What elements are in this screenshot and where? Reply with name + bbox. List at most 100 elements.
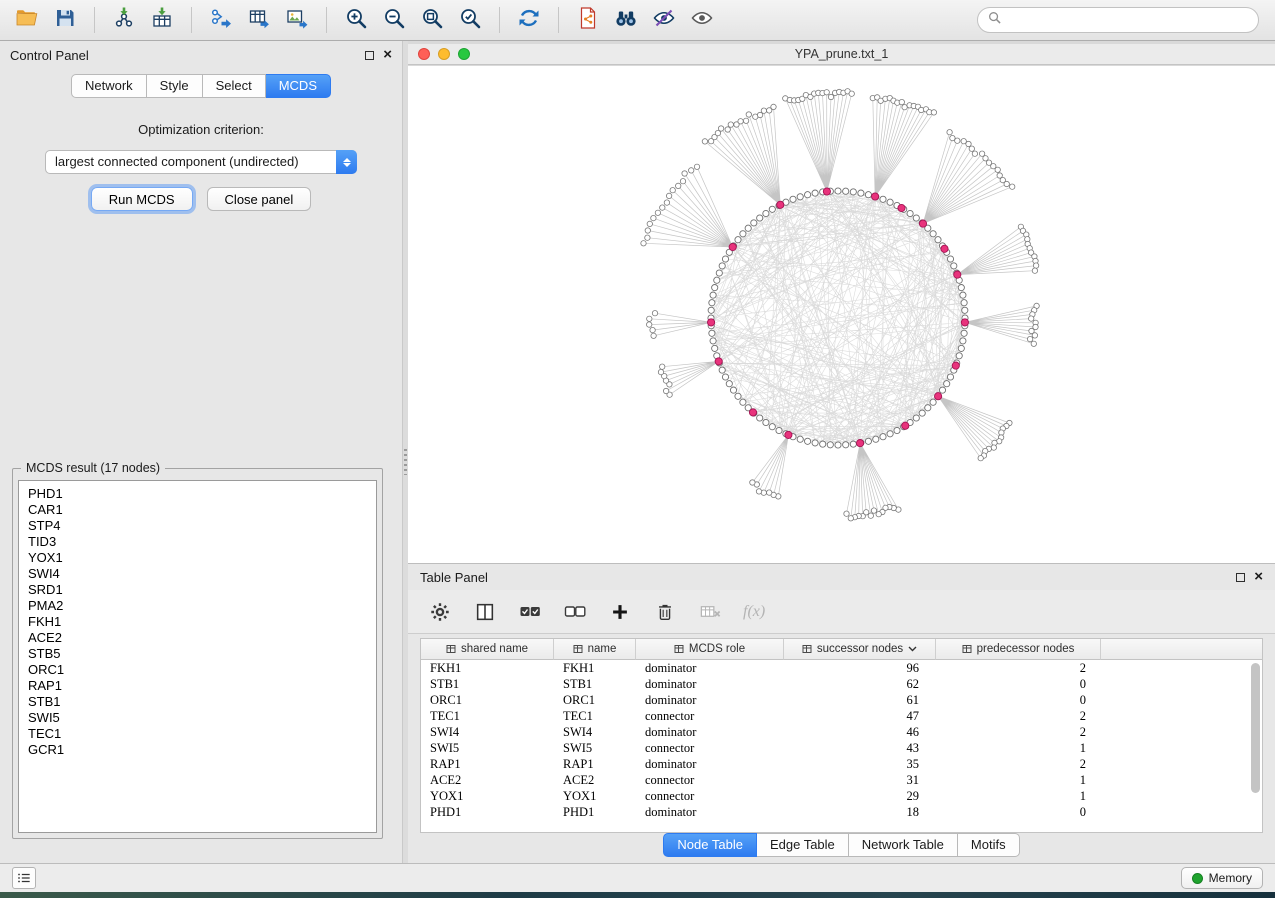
tab-node-table[interactable]: Node Table (663, 833, 757, 857)
tab-network-table[interactable]: Network Table (849, 833, 958, 857)
eye-icon (690, 6, 714, 35)
zoom-fit-button[interactable] (415, 4, 449, 36)
table-row[interactable]: TEC1TEC1connector472 (421, 708, 1262, 724)
float-panel-icon[interactable] (365, 51, 374, 60)
mcds-result-item[interactable]: TID3 (28, 534, 367, 550)
add-column-button[interactable] (608, 600, 632, 624)
network-canvas-container (408, 66, 1275, 563)
tab-select[interactable]: Select (203, 74, 266, 98)
zoom-selected-button[interactable] (453, 4, 487, 36)
search-network-button[interactable] (609, 4, 643, 36)
table-cell: 61 (784, 692, 936, 708)
tab-motifs[interactable]: Motifs (958, 833, 1020, 857)
table-header-row: shared name name MCDS role successor nod… (421, 639, 1262, 660)
mcds-result-item[interactable]: CAR1 (28, 502, 367, 518)
tab-style[interactable]: Style (147, 74, 203, 98)
column-header-shared-name[interactable]: shared name (421, 639, 554, 660)
main-toolbar (0, 0, 1275, 41)
table-cell: 2 (936, 756, 1101, 772)
tab-edge-table[interactable]: Edge Table (757, 833, 849, 857)
table-settings-button[interactable] (428, 600, 452, 624)
mcds-result-item[interactable]: SWI5 (28, 710, 367, 726)
float-table-panel-icon[interactable] (1236, 573, 1245, 582)
table-cell: 35 (784, 756, 936, 772)
workspace-area: YPA_prune.txt_1 Table Panel (408, 41, 1275, 863)
status-menu-button[interactable] (12, 867, 36, 889)
export-table-button[interactable] (242, 4, 276, 36)
close-panel-button[interactable]: Close panel (207, 187, 312, 211)
table-cell: PHD1 (554, 804, 636, 820)
deselect-all-button[interactable] (563, 600, 587, 624)
import-table-button[interactable] (145, 4, 179, 36)
node-table: shared name name MCDS role successor nod… (420, 638, 1263, 833)
zoom-out-button[interactable] (377, 4, 411, 36)
zoom-in-button[interactable] (339, 4, 373, 36)
export-network-button[interactable] (204, 4, 238, 36)
table-cell: YOX1 (554, 788, 636, 804)
table-cell: 31 (784, 772, 936, 788)
close-panel-icon[interactable]: × (383, 50, 392, 60)
table-row[interactable]: RAP1RAP1dominator352 (421, 756, 1262, 772)
table-row[interactable]: ACE2ACE2connector311 (421, 772, 1262, 788)
mcds-result-item[interactable]: ORC1 (28, 662, 367, 678)
mcds-result-item[interactable]: GCR1 (28, 742, 367, 758)
table-row[interactable]: ORC1ORC1dominator610 (421, 692, 1262, 708)
export-image-button[interactable] (280, 4, 314, 36)
table-cell: dominator (636, 804, 784, 820)
sort-descending-icon (908, 645, 917, 653)
criterion-dropdown[interactable]: largest connected component (undirected) (45, 150, 357, 174)
mcds-result-list[interactable]: PHD1CAR1STP4TID3YOX1SWI4SRD1PMA2FKH1ACE2… (18, 480, 377, 833)
import-table-icon (150, 6, 174, 35)
table-cell: dominator (636, 676, 784, 692)
mcds-result-item[interactable]: SRD1 (28, 582, 367, 598)
mcds-result-item[interactable]: SWI4 (28, 566, 367, 582)
mcds-result-item[interactable]: ACE2 (28, 630, 367, 646)
table-row[interactable]: PHD1PHD1dominator180 (421, 804, 1262, 820)
column-header-filler (1101, 639, 1262, 660)
mcds-result-item[interactable]: YOX1 (28, 550, 367, 566)
show-column-button[interactable] (473, 600, 497, 624)
save-session-button[interactable] (48, 4, 82, 36)
column-header-successor-nodes[interactable]: successor nodes (784, 639, 936, 660)
table-cell: ACE2 (421, 772, 554, 788)
mcds-result-item[interactable]: STP4 (28, 518, 367, 534)
mcds-result-item[interactable]: STB1 (28, 694, 367, 710)
mcds-result-item[interactable]: PHD1 (28, 486, 367, 502)
table-row[interactable]: SWI4SWI4dominator462 (421, 724, 1262, 740)
import-network-button[interactable] (107, 4, 141, 36)
memory-button[interactable]: Memory (1181, 867, 1263, 889)
close-table-panel-icon[interactable]: × (1254, 572, 1263, 582)
hide-graphics-details-button[interactable] (647, 4, 681, 36)
export-document-button[interactable] (571, 4, 605, 36)
control-panel-title: Control Panel (10, 48, 89, 63)
table-cell: STB1 (554, 676, 636, 692)
column-header-mcds-role[interactable]: MCDS role (636, 639, 784, 660)
mcds-result-item[interactable]: TEC1 (28, 726, 367, 742)
network-canvas[interactable] (408, 66, 1275, 563)
table-row[interactable]: YOX1YOX1connector291 (421, 788, 1262, 804)
table-row[interactable]: SWI5SWI5connector431 (421, 740, 1262, 756)
network-window-titlebar[interactable]: YPA_prune.txt_1 (408, 44, 1275, 65)
show-graphics-details-button[interactable] (685, 4, 719, 36)
table-row[interactable]: FKH1FKH1dominator962 (421, 660, 1262, 676)
network-nodes[interactable] (641, 89, 1040, 521)
delete-column-button[interactable] (653, 600, 677, 624)
mcds-result-item[interactable]: FKH1 (28, 614, 367, 630)
select-all-button[interactable] (518, 600, 542, 624)
search-input[interactable] (1007, 13, 1248, 27)
open-file-button[interactable] (10, 4, 44, 36)
tab-network[interactable]: Network (71, 74, 147, 98)
run-mcds-button[interactable]: Run MCDS (91, 187, 193, 211)
mcds-result-item[interactable]: STB5 (28, 646, 367, 662)
mcds-result-item[interactable]: RAP1 (28, 678, 367, 694)
table-row[interactable]: STB1STB1dominator620 (421, 676, 1262, 692)
zoom-out-icon (382, 6, 406, 35)
tab-mcds[interactable]: MCDS (266, 74, 331, 98)
table-scrollbar-thumb[interactable] (1251, 663, 1260, 793)
mcds-result-item[interactable]: PMA2 (28, 598, 367, 614)
refresh-view-button[interactable] (512, 4, 546, 36)
column-header-predecessor-nodes[interactable]: predecessor nodes (936, 639, 1101, 660)
column-header-name[interactable]: name (554, 639, 636, 660)
table-cell: 1 (936, 772, 1101, 788)
refresh-icon (517, 6, 541, 35)
